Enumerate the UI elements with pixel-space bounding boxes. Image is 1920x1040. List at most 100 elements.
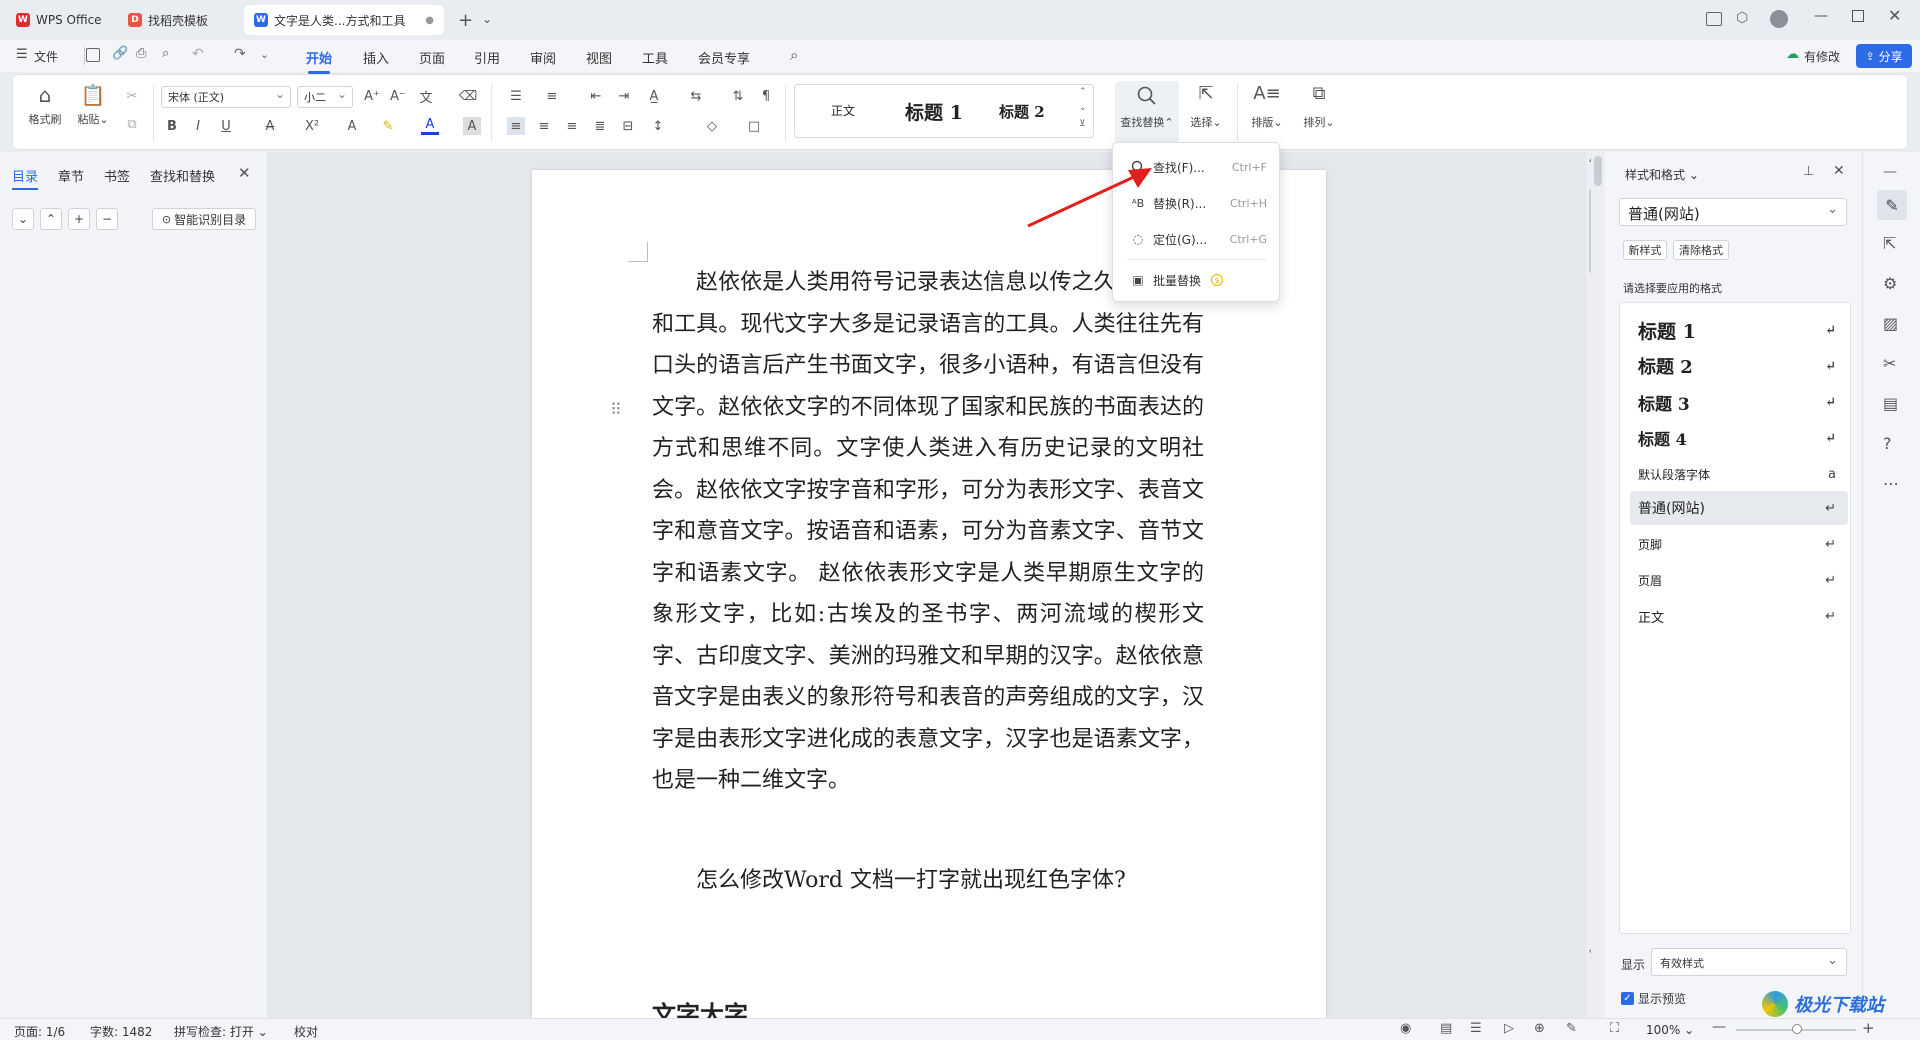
save-icon[interactable] bbox=[86, 48, 100, 62]
expand-chevron-icon[interactable]: ⌃ bbox=[40, 208, 62, 230]
menu-item-batch-replace[interactable]: ▣ 批量替换 $ bbox=[1113, 264, 1281, 296]
unsaved-dot-icon[interactable]: ● bbox=[425, 15, 434, 26]
style-item-default-font[interactable]: 默认段落字体 a bbox=[1630, 457, 1848, 491]
tab-template[interactable]: D 找稻壳模板 bbox=[118, 5, 240, 35]
more-chevron-icon[interactable]: ⌄ bbox=[260, 48, 269, 61]
layout-icon[interactable] bbox=[1706, 12, 1722, 26]
nav-tab-bookmarks[interactable]: 书签 bbox=[104, 166, 130, 185]
style-heading-2[interactable]: 标题 2 bbox=[999, 101, 1045, 122]
tab-wps-office[interactable]: W WPS Office bbox=[6, 5, 114, 35]
body-paragraph[interactable]: 赵依依是人类用符号记录表达信息以传之久远的方式和工具。现代文字大多是记录语言的工… bbox=[652, 262, 1204, 844]
link-icon[interactable]: 🔗 bbox=[112, 46, 128, 61]
layout-button[interactable]: A≡ 排版⌄ bbox=[1245, 83, 1289, 130]
strikethrough-icon[interactable]: A bbox=[261, 117, 279, 135]
italic-icon[interactable]: I bbox=[189, 117, 207, 135]
nav-tab-chapters[interactable]: 章节 bbox=[58, 166, 84, 185]
superscript-icon[interactable]: X² bbox=[303, 117, 321, 135]
underline-icon[interactable]: U bbox=[217, 117, 235, 135]
collapse-chevron-icon[interactable]: ⌄ bbox=[12, 208, 34, 230]
print-preview-icon[interactable]: ⌕ bbox=[162, 46, 169, 61]
gallery-up-icon[interactable]: ⌃ bbox=[1079, 87, 1087, 97]
current-style-select[interactable]: 普通(网站) ⌄ bbox=[1619, 198, 1847, 226]
style-item-heading-1[interactable]: 标题 1 ↵ bbox=[1630, 313, 1848, 347]
help-icon[interactable]: ? bbox=[1883, 434, 1892, 453]
redo-icon[interactable]: ↷ bbox=[234, 46, 246, 62]
new-style-button[interactable]: 新样式 bbox=[1623, 240, 1667, 260]
spell-check-status[interactable]: 拼写检查: 打开 ⌄ bbox=[174, 1023, 268, 1040]
zoom-slider-thumb[interactable] bbox=[1792, 1024, 1802, 1034]
align-center-icon[interactable]: ≡ bbox=[535, 117, 553, 135]
close-pane-icon[interactable]: ✕ bbox=[238, 164, 251, 182]
clear-format-button[interactable]: 清除格式 bbox=[1673, 240, 1729, 260]
style-item-web-normal[interactable]: 普通(网站) ↵ bbox=[1630, 491, 1848, 525]
cube-icon[interactable]: ⬡ bbox=[1736, 10, 1748, 26]
gallery-down-icon[interactable]: ⌄ bbox=[1079, 103, 1087, 113]
chinese-layout-icon[interactable]: A̲ bbox=[645, 87, 663, 105]
style-item-footer[interactable]: 页脚 ↵ bbox=[1630, 527, 1848, 561]
zoom-out-icon[interactable]: — bbox=[1712, 1019, 1726, 1035]
paste-button[interactable]: 📋 粘贴⌄ bbox=[75, 83, 111, 127]
font-color-icon[interactable]: A bbox=[421, 117, 439, 135]
tab-document[interactable]: W 文字是人类...方式和工具 ● bbox=[244, 5, 444, 35]
arrange-button[interactable]: ⧉ 排列⌄ bbox=[1297, 83, 1341, 130]
style-normal[interactable]: 正文 bbox=[831, 102, 855, 119]
outline-view-icon[interactable]: ☰ bbox=[1470, 1021, 1482, 1036]
minimize-icon[interactable]: — bbox=[1814, 8, 1828, 24]
word-count[interactable]: 字数: 1482 bbox=[90, 1023, 152, 1040]
tab-references[interactable]: 引用 bbox=[474, 48, 500, 67]
phonetic-icon[interactable]: 文 bbox=[417, 87, 435, 106]
select-button[interactable]: ⇱ 选择⌄ bbox=[1183, 83, 1229, 130]
page-indicator[interactable]: 页面: 1/6 bbox=[14, 1023, 65, 1040]
tab-insert[interactable]: 插入 bbox=[363, 48, 389, 67]
pane-scrollbar[interactable] bbox=[1591, 152, 1605, 1018]
distribute-icon[interactable]: ⊟ bbox=[619, 117, 637, 135]
close-icon[interactable]: ✕ bbox=[1888, 6, 1901, 25]
style-heading-1[interactable]: 标题 1 bbox=[905, 98, 963, 125]
tab-review[interactable]: 审阅 bbox=[530, 48, 556, 67]
sort-icon[interactable]: ⇅ bbox=[729, 87, 747, 105]
page-view-icon[interactable]: ▤ bbox=[1440, 1021, 1452, 1036]
add-level-icon[interactable]: + bbox=[68, 208, 90, 230]
body-paragraph-question[interactable]: 怎么修改Word 文档一打字就出现红色字体? bbox=[652, 860, 1204, 902]
scroll-thumb[interactable] bbox=[1594, 156, 1602, 186]
select-pointer-icon[interactable]: ⇱ bbox=[1883, 234, 1896, 253]
smart-toc-button[interactable]: ⊙ 智能识别目录 bbox=[152, 208, 256, 230]
sort-direction-icon[interactable]: ⇆ bbox=[687, 87, 705, 105]
more-icon[interactable]: ⋯ bbox=[1883, 474, 1899, 493]
style-item-heading-4[interactable]: 标题 4 ↵ bbox=[1630, 421, 1848, 455]
font-size-select[interactable]: 小二 bbox=[297, 86, 353, 108]
avatar[interactable] bbox=[1770, 10, 1788, 28]
show-filter-select[interactable]: 有效样式 ⌄ bbox=[1651, 948, 1847, 976]
show-marks-icon[interactable]: ¶ bbox=[757, 87, 775, 105]
style-item-header[interactable]: 页眉 ↵ bbox=[1630, 563, 1848, 597]
undo-icon[interactable]: ↶ bbox=[192, 46, 204, 62]
pin-icon[interactable]: ⊥ bbox=[1803, 164, 1814, 179]
adjust-sliders-icon[interactable]: ⚙ bbox=[1883, 274, 1897, 293]
show-preview-checkbox[interactable]: ✓ 显示预览 bbox=[1621, 990, 1686, 1007]
cut-icon[interactable]: ✂ bbox=[123, 87, 141, 105]
zoom-level[interactable]: 100% ⌄ bbox=[1646, 1023, 1694, 1037]
style-item-body[interactable]: 正文 ↵ bbox=[1630, 599, 1848, 633]
heading-partial[interactable]: 文字大字 bbox=[652, 996, 952, 1018]
pen-icon[interactable]: ✎ bbox=[1566, 1021, 1577, 1036]
decrease-indent-icon[interactable]: ⇤ bbox=[587, 87, 605, 105]
font-name-select[interactable]: 宋体 (正文) bbox=[161, 86, 291, 108]
borders-icon[interactable]: □ bbox=[745, 117, 763, 135]
print-icon[interactable]: ⎙ bbox=[136, 46, 146, 61]
tab-list-chevron-icon[interactable]: ⌄ bbox=[482, 12, 492, 26]
hamburger-icon[interactable]: ☰ bbox=[16, 47, 28, 62]
remove-level-icon[interactable]: − bbox=[96, 208, 118, 230]
cloud-sync-icon[interactable]: ☁ bbox=[1786, 47, 1799, 62]
proofread-button[interactable]: 校对 bbox=[294, 1023, 318, 1040]
drag-handle-icon[interactable]: ⠿ bbox=[610, 400, 622, 419]
find-replace-button[interactable]: 查找替换⌃ bbox=[1115, 81, 1179, 143]
line-spacing-icon[interactable]: ↕ bbox=[649, 117, 667, 135]
shrink-font-icon[interactable]: A⁻ bbox=[389, 87, 407, 105]
clear-format-icon[interactable]: ⌫ bbox=[459, 87, 477, 105]
close-icon[interactable]: ✕ bbox=[1833, 163, 1845, 179]
tools-icon[interactable]: ✂ bbox=[1883, 354, 1896, 373]
increase-indent-icon[interactable]: ⇥ bbox=[615, 87, 633, 105]
has-changes-label[interactable]: 有修改 bbox=[1804, 48, 1840, 65]
eye-icon[interactable]: ◉ bbox=[1400, 1021, 1411, 1036]
tab-home[interactable]: 开始 bbox=[306, 48, 332, 74]
